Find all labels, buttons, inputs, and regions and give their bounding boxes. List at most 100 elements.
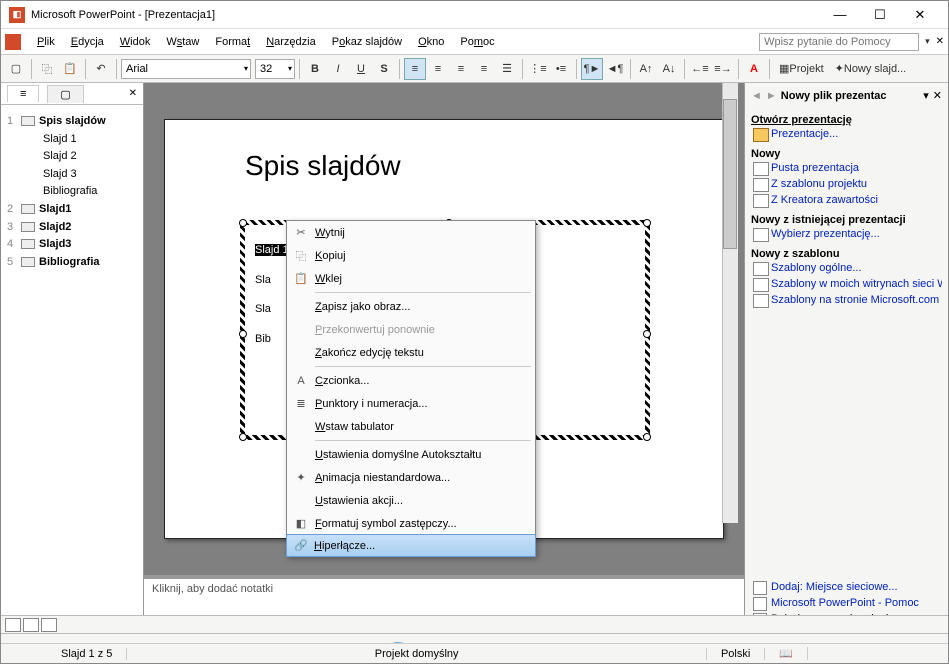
undo-button[interactable]: ↶	[90, 58, 112, 80]
increase-indent-button[interactable]: ≡→	[712, 58, 734, 80]
vertical-scrollbar[interactable]	[722, 83, 738, 523]
resize-handle[interactable]	[239, 433, 247, 441]
tp-help-link[interactable]: Microsoft PowerPoint - Pomoc	[751, 595, 943, 611]
tp-fwd[interactable]: ►	[766, 90, 777, 102]
menu-view[interactable]: Widok	[112, 32, 159, 52]
rtl-button[interactable]: ◄¶	[604, 58, 626, 80]
paste-button[interactable]: 📋	[59, 58, 81, 80]
copy-button[interactable]: ⿻	[36, 58, 58, 80]
align-right-button[interactable]: ≡	[450, 58, 472, 80]
sorter-view-button[interactable]	[23, 618, 39, 632]
taskpane-link[interactable]: Szablony na stronie Microsoft.com	[751, 292, 942, 308]
taskpane-link[interactable]: Prezentacje...	[751, 126, 942, 142]
minimize-button[interactable]: —	[820, 3, 860, 27]
increase-font-button[interactable]: A↑	[635, 58, 657, 80]
design-button[interactable]: ▦ Projekt	[774, 58, 829, 80]
new-slide-button[interactable]: ✦ Nowy slajd...	[830, 58, 912, 80]
menu-help[interactable]: Pomoc	[452, 32, 502, 52]
app-icon: ◧	[9, 7, 25, 23]
taskpane-link[interactable]: Szablony ogólne...	[751, 260, 942, 276]
help-search-input[interactable]	[759, 33, 919, 51]
outline-item[interactable]: Slajd 2	[43, 148, 137, 166]
tp-dropdown[interactable]: ▾	[923, 89, 929, 102]
outline-item[interactable]: Slajd 3	[43, 166, 137, 184]
taskpane-link[interactable]: Z Kreatora zawartości	[751, 192, 942, 208]
menu-format[interactable]: Format	[207, 32, 258, 52]
outline-slide[interactable]: 1Spis slajdów	[7, 113, 137, 131]
bold-button[interactable]: B	[304, 58, 326, 80]
menu-tools[interactable]: Narzędzia	[258, 32, 324, 52]
outline-item[interactable]: Slajd 1	[43, 131, 137, 149]
tp-section-template: Nowy z szablonu	[751, 248, 942, 260]
new-doc-button[interactable]: ▢	[5, 58, 27, 80]
context-menu-item[interactable]: 📋Wklej	[287, 267, 535, 290]
tp-add-netplace[interactable]: Dodaj: Miejsce sieciowe...	[751, 579, 943, 595]
numbered-list-button[interactable]: ⋮≡	[527, 58, 549, 80]
outline-slide[interactable]: 5Bibliografia	[7, 254, 137, 272]
status-spellcheck-icon[interactable]: 📖	[765, 647, 808, 660]
ltr-button[interactable]: ¶►	[581, 58, 603, 80]
outline-slide[interactable]: 3Slajd2	[7, 219, 137, 237]
normal-view-button[interactable]	[5, 618, 21, 632]
outline-slide[interactable]: 2Slajd1	[7, 201, 137, 219]
context-menu-item[interactable]: Zakończ edycję tekstu	[287, 341, 535, 364]
status-language[interactable]: Polski	[707, 648, 765, 660]
menu-window[interactable]: Okno	[410, 32, 452, 52]
outline-close[interactable]: ✕	[129, 88, 137, 99]
menu-bar: Plik Edycja Widok Wstaw Format Narzędzia…	[1, 29, 948, 55]
menu-insert[interactable]: Wstaw	[158, 32, 207, 52]
context-menu-item[interactable]: ⿻Kopiuj	[287, 244, 535, 267]
menu-file[interactable]: Plik	[29, 32, 63, 52]
doc-close-button[interactable]: ✕	[936, 36, 944, 47]
formatting-toolbar: ▢ ⿻ 📋 ↶ Arial 32 B I U S ≡ ≡ ≡ ≡ ☰ ⋮≡ •≡…	[1, 55, 948, 83]
maximize-button[interactable]: ☐	[860, 3, 900, 27]
font-color-button[interactable]: A	[743, 58, 765, 80]
help-dropdown[interactable]: ▾	[919, 36, 936, 47]
outline-slide[interactable]: 4Slajd3	[7, 236, 137, 254]
tp-section-open: Otwórz prezentację	[751, 114, 942, 126]
align-center-button[interactable]: ≡	[427, 58, 449, 80]
taskpane-link[interactable]: Wybierz prezentację...	[751, 226, 942, 242]
outline-tab[interactable]: ≡	[7, 85, 39, 102]
underline-button[interactable]: U	[350, 58, 372, 80]
taskpane-link[interactable]: Pusta prezentacja	[751, 160, 942, 176]
decrease-font-button[interactable]: A↓	[658, 58, 680, 80]
decrease-indent-button[interactable]: ←≡	[689, 58, 711, 80]
taskpane-link[interactable]: Szablony w moich witrynach sieci Web	[751, 276, 942, 292]
context-menu-item[interactable]: 🔗Hiperłącze...	[286, 534, 536, 557]
align-justify-button[interactable]: ≡	[473, 58, 495, 80]
resize-handle[interactable]	[643, 219, 651, 227]
menu-slideshow[interactable]: Pokaz slajdów	[324, 32, 410, 52]
font-size-select[interactable]: 32	[255, 59, 295, 79]
resize-handle[interactable]	[643, 330, 651, 338]
taskpane-link[interactable]: Z szablonu projektu	[751, 176, 942, 192]
align-left-button[interactable]: ≡	[404, 58, 426, 80]
context-menu-item[interactable]: ✦Animacja niestandardowa...	[287, 466, 535, 489]
context-menu-item[interactable]: Wstaw tabulator	[287, 415, 535, 438]
context-menu-item[interactable]: Ustawienia domyślne Autokształtu	[287, 443, 535, 466]
outline-item[interactable]: Bibliografia	[43, 183, 137, 201]
slides-tab[interactable]: ▢	[47, 85, 83, 103]
tp-section-existing: Nowy z istniejącej prezentacji	[751, 214, 942, 226]
context-menu-item[interactable]: ✂Wytnij	[287, 221, 535, 244]
tp-close[interactable]: ✕	[933, 89, 942, 102]
resize-handle[interactable]	[239, 330, 247, 338]
outline-pane: ≡ ▢ ✕ 1Spis slajdówSlajd 1Slajd 2Slajd 3…	[1, 83, 144, 631]
tp-back[interactable]: ◄	[751, 90, 762, 102]
font-family-select[interactable]: Arial	[121, 59, 251, 79]
shadow-button[interactable]: S	[373, 58, 395, 80]
context-menu-item[interactable]: Zapisz jako obraz...	[287, 295, 535, 318]
context-menu-item[interactable]: Ustawienia akcji...	[287, 489, 535, 512]
bulleted-list-button[interactable]: •≡	[550, 58, 572, 80]
close-button[interactable]: ✕	[900, 3, 940, 27]
resize-handle[interactable]	[239, 219, 247, 227]
slide-title[interactable]: Spis slajdów	[245, 150, 401, 182]
resize-handle[interactable]	[643, 433, 651, 441]
context-menu-item[interactable]: ◧Formatuj symbol zastępczy...	[287, 512, 535, 535]
slideshow-view-button[interactable]	[41, 618, 57, 632]
menu-edit[interactable]: Edycja	[63, 32, 112, 52]
context-menu-item[interactable]: ACzcionka...	[287, 369, 535, 392]
context-menu-item[interactable]: ≣Punktory i numeracja...	[287, 392, 535, 415]
distribute-button[interactable]: ☰	[496, 58, 518, 80]
italic-button[interactable]: I	[327, 58, 349, 80]
